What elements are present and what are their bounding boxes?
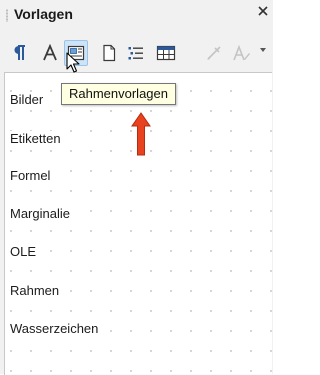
table-styles-button[interactable]	[154, 40, 178, 66]
style-actions-button[interactable]	[230, 40, 254, 66]
character-styles-icon	[43, 44, 57, 61]
fill-format-button[interactable]	[202, 40, 226, 66]
close-icon	[258, 6, 268, 16]
list-item[interactable]: Wasserzeichen	[10, 321, 101, 336]
fill-format-icon	[207, 46, 221, 60]
list-styles-icon	[128, 47, 143, 60]
panel-titlebar: Vorlagen	[0, 0, 273, 32]
character-styles-button[interactable]	[38, 40, 62, 66]
list-item[interactable]: Rahmen	[10, 283, 62, 298]
panel-menu-button[interactable]	[255, 4, 271, 24]
new-style-icon	[233, 44, 250, 61]
chevron-down-icon[interactable]	[260, 48, 266, 52]
annotation-arrow-up-icon	[131, 112, 151, 156]
table-styles-icon	[156, 45, 176, 61]
paragraph-styles-button[interactable]	[7, 40, 31, 66]
drag-grip-icon[interactable]	[6, 9, 8, 22]
list-item[interactable]: Bilder	[10, 92, 46, 107]
paragraph-styles-icon	[14, 45, 25, 60]
page-styles-button[interactable]	[97, 40, 121, 66]
list-styles-button[interactable]	[124, 40, 148, 66]
panel-title: Vorlagen	[14, 6, 73, 22]
mouse-pointer-icon	[66, 52, 80, 73]
list-item[interactable]: Marginalie	[10, 206, 72, 221]
page-styles-icon	[103, 44, 116, 62]
list-item[interactable]: OLE	[10, 244, 39, 259]
tooltip: Rahmenvorlagen	[61, 83, 176, 105]
list-item[interactable]: Formel	[10, 168, 53, 183]
style-category-toolbar	[0, 34, 273, 70]
list-item[interactable]: Etiketten	[10, 131, 63, 146]
